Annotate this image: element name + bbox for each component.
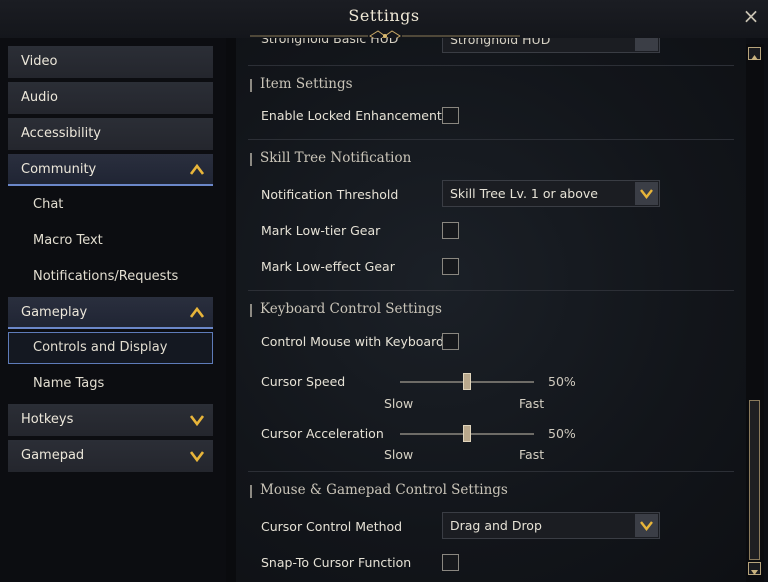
nav-item-macro-text[interactable]: Macro Text <box>8 225 213 257</box>
scroll-up-button[interactable] <box>748 47 761 60</box>
nav-item-label: Controls and Display <box>33 340 168 355</box>
nav-item-label: Video <box>21 54 58 69</box>
cursor-acceleration-value: 50% <box>548 426 576 441</box>
cursor-acceleration-min-label: Slow <box>384 447 414 462</box>
chevron-down-icon <box>190 451 204 462</box>
chevron-up-icon <box>190 164 204 175</box>
nav-item-audio[interactable]: Audio <box>8 82 213 114</box>
nav-item-label: Hotkeys <box>21 412 74 427</box>
nav-item-label: Notifications/Requests <box>33 269 179 284</box>
dropdown-value: Drag and Drop <box>450 518 542 533</box>
nav-item-label: Chat <box>33 197 64 212</box>
section-divider <box>248 65 734 66</box>
close-button[interactable]: × <box>740 4 762 28</box>
cursor-acceleration-slider[interactable] <box>400 425 534 442</box>
nav-item-label: Gamepad <box>21 448 85 463</box>
dropdown-value: Stronghold HUD <box>450 38 551 47</box>
cursor-acceleration-max-label: Fast <box>519 447 545 462</box>
section-divider <box>248 290 734 291</box>
cursor-speed-value: 50% <box>548 374 576 389</box>
cursor-speed-slider-handle[interactable] <box>463 373 471 390</box>
control-mouse-with-keyboard-checkbox[interactable] <box>442 333 459 350</box>
chevron-down-icon <box>640 189 653 199</box>
nav-item-label: Name Tags <box>33 376 105 391</box>
enable-locked-enhancements-label: Enable Locked Enhancements <box>261 108 449 123</box>
snap-to-cursor-checkbox[interactable] <box>442 554 459 571</box>
window-title: Settings <box>348 6 420 25</box>
nav-item-chat[interactable]: Chat <box>8 189 213 221</box>
nav-item-label: Audio <box>21 90 58 105</box>
cursor-speed-max-label: Fast <box>519 396 545 411</box>
cursor-speed-slider[interactable] <box>400 373 534 390</box>
dropdown-button <box>635 182 658 205</box>
nav-item-community[interactable]: Community <box>8 154 213 186</box>
nav-item-accessibility[interactable]: Accessibility <box>8 118 213 150</box>
section-title-skill-tree: Skill Tree Notification <box>250 150 411 166</box>
cursor-speed-min-label: Slow <box>384 396 414 411</box>
title-bar: Settings × <box>0 0 768 42</box>
stronghold-basic-hud-label: Stronghold Basic HUD <box>261 38 399 46</box>
nav-item-notifications-requests[interactable]: Notifications/Requests <box>8 261 213 293</box>
triangle-down-icon <box>751 570 758 575</box>
dropdown-value: Skill Tree Lv. 1 or above <box>450 186 598 201</box>
nav-item-gamepad[interactable]: Gamepad <box>8 440 213 472</box>
section-title-item-settings: Item Settings <box>250 76 353 92</box>
section-divider <box>248 471 734 472</box>
nav-item-label: Accessibility <box>21 126 101 141</box>
close-icon: × <box>742 4 760 28</box>
section-divider <box>248 139 734 140</box>
cursor-acceleration-slider-handle[interactable] <box>463 425 471 442</box>
nav-item-video[interactable]: Video <box>8 46 213 78</box>
section-title-mouse-gamepad: Mouse & Gamepad Control Settings <box>250 482 508 498</box>
nav-item-name-tags[interactable]: Name Tags <box>8 368 213 400</box>
scrollbar-thumb[interactable] <box>749 400 760 560</box>
cursor-speed-label: Cursor Speed <box>261 374 346 389</box>
notification-threshold-dropdown[interactable]: Skill Tree Lv. 1 or above <box>442 180 660 207</box>
scroll-down-button[interactable] <box>748 562 761 575</box>
cursor-control-method-dropdown[interactable]: Drag and Drop <box>442 512 660 539</box>
section-title-keyboard-control: Keyboard Control Settings <box>250 301 442 317</box>
nav-item-label: Gameplay <box>21 305 88 320</box>
settings-panel[interactable]: Stronghold Basic HUD Stronghold HUD Item… <box>236 38 746 582</box>
chevron-down-icon <box>640 521 653 531</box>
nav-item-gameplay[interactable]: Gameplay <box>8 297 213 329</box>
nav-item-label: Community <box>21 162 97 177</box>
settings-nav: Video Audio Accessibility Community Chat… <box>0 38 226 582</box>
nav-item-controls-and-display[interactable]: Controls and Display <box>8 332 213 364</box>
mark-low-tier-gear-checkbox[interactable] <box>442 222 459 239</box>
triangle-up-icon <box>751 55 758 60</box>
dropdown-button <box>635 514 658 537</box>
enable-locked-enhancements-checkbox[interactable] <box>442 107 459 124</box>
mark-low-effect-gear-label: Mark Low-effect Gear <box>261 259 395 274</box>
dropdown-button <box>635 38 658 51</box>
panel-divider <box>226 38 236 582</box>
cursor-control-method-label: Cursor Control Method <box>261 519 403 534</box>
mark-low-effect-gear-checkbox[interactable] <box>442 258 459 275</box>
vertical-scrollbar[interactable] <box>746 44 764 582</box>
nav-item-hotkeys[interactable]: Hotkeys <box>8 404 213 436</box>
chevron-up-icon <box>190 307 204 318</box>
nav-item-label: Macro Text <box>33 233 103 248</box>
control-mouse-with-keyboard-label: Control Mouse with Keyboard <box>261 334 444 349</box>
mark-low-tier-gear-label: Mark Low-tier Gear <box>261 223 381 238</box>
cursor-acceleration-label: Cursor Acceleration <box>261 426 384 441</box>
chevron-down-icon <box>190 415 204 426</box>
stronghold-hud-dropdown[interactable]: Stronghold HUD <box>442 38 660 53</box>
snap-to-cursor-label: Snap-To Cursor Function <box>261 555 412 570</box>
notification-threshold-label: Notification Threshold <box>261 187 399 202</box>
